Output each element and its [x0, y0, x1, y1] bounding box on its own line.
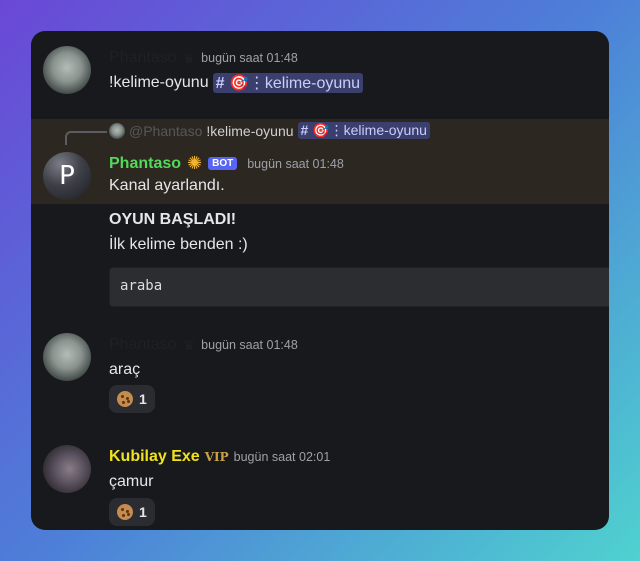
- cookie-icon: [117, 504, 133, 520]
- username[interactable]: Phantaso: [109, 49, 177, 67]
- message-text: araç: [109, 361, 141, 378]
- message-text: !kelime-oyunu: [109, 74, 209, 91]
- reaction-count: 1: [139, 391, 147, 407]
- message-text: çamur: [109, 473, 154, 490]
- message-text: İlk kelime benden :): [109, 236, 248, 253]
- bot-avatar[interactable]: P: [43, 152, 91, 200]
- channel-mention[interactable]: # 🎯⋮kelime-oyunu: [212, 73, 364, 93]
- chat-window: Phantaso ♛ bugün saat 01:48 !kelime-oyun…: [31, 31, 609, 530]
- username[interactable]: Phantaso: [109, 336, 177, 354]
- reaction[interactable]: 1: [109, 385, 155, 413]
- message-text: Kanal ayarlandı.: [109, 177, 225, 194]
- cookie-icon: [117, 391, 133, 407]
- vip-badge: VIP: [204, 450, 229, 464]
- bot-badge: BOT: [208, 157, 238, 170]
- reply-username[interactable]: @Phantaso: [129, 123, 202, 139]
- username[interactable]: Kubilay Exe: [109, 448, 200, 466]
- message: Phantaso ♛ bugün saat 01:48 araç 1: [31, 321, 609, 421]
- avatar[interactable]: [43, 445, 91, 493]
- timestamp: bugün saat 01:48: [247, 156, 344, 171]
- timestamp: bugün saat 01:48: [201, 51, 298, 65]
- crown-icon: ♛: [182, 336, 196, 353]
- reply-text[interactable]: !kelime-oyunu: [206, 123, 293, 139]
- bold-text: OYUN BAŞLADI!: [109, 211, 237, 228]
- bot-message: @Phantaso !kelime-oyunu # 🎯⋮kelime-oyunu…: [31, 119, 609, 204]
- reaction-count: 1: [139, 504, 147, 520]
- verified-icon: ✺: [187, 153, 203, 173]
- reaction[interactable]: 1: [109, 498, 155, 526]
- crown-icon: ♛: [182, 49, 196, 66]
- hash-icon: #: [215, 75, 225, 92]
- code-block: araba: [109, 267, 609, 307]
- message: Phantaso ♛ bugün saat 01:48 !kelime-oyun…: [31, 31, 609, 119]
- reply-avatar: [109, 122, 125, 139]
- avatar[interactable]: [43, 333, 91, 381]
- username[interactable]: Phantaso: [109, 155, 181, 173]
- reply-connector: [65, 131, 107, 145]
- message: Kubilay Exe VIP bugün saat 02:01 çamur 1: [31, 431, 609, 530]
- reply-channel-mention[interactable]: # 🎯⋮kelime-oyunu: [297, 122, 430, 139]
- timestamp: bugün saat 02:01: [233, 450, 331, 464]
- avatar[interactable]: [43, 46, 91, 94]
- hash-icon: #: [300, 122, 309, 138]
- timestamp: bugün saat 01:48: [201, 338, 298, 352]
